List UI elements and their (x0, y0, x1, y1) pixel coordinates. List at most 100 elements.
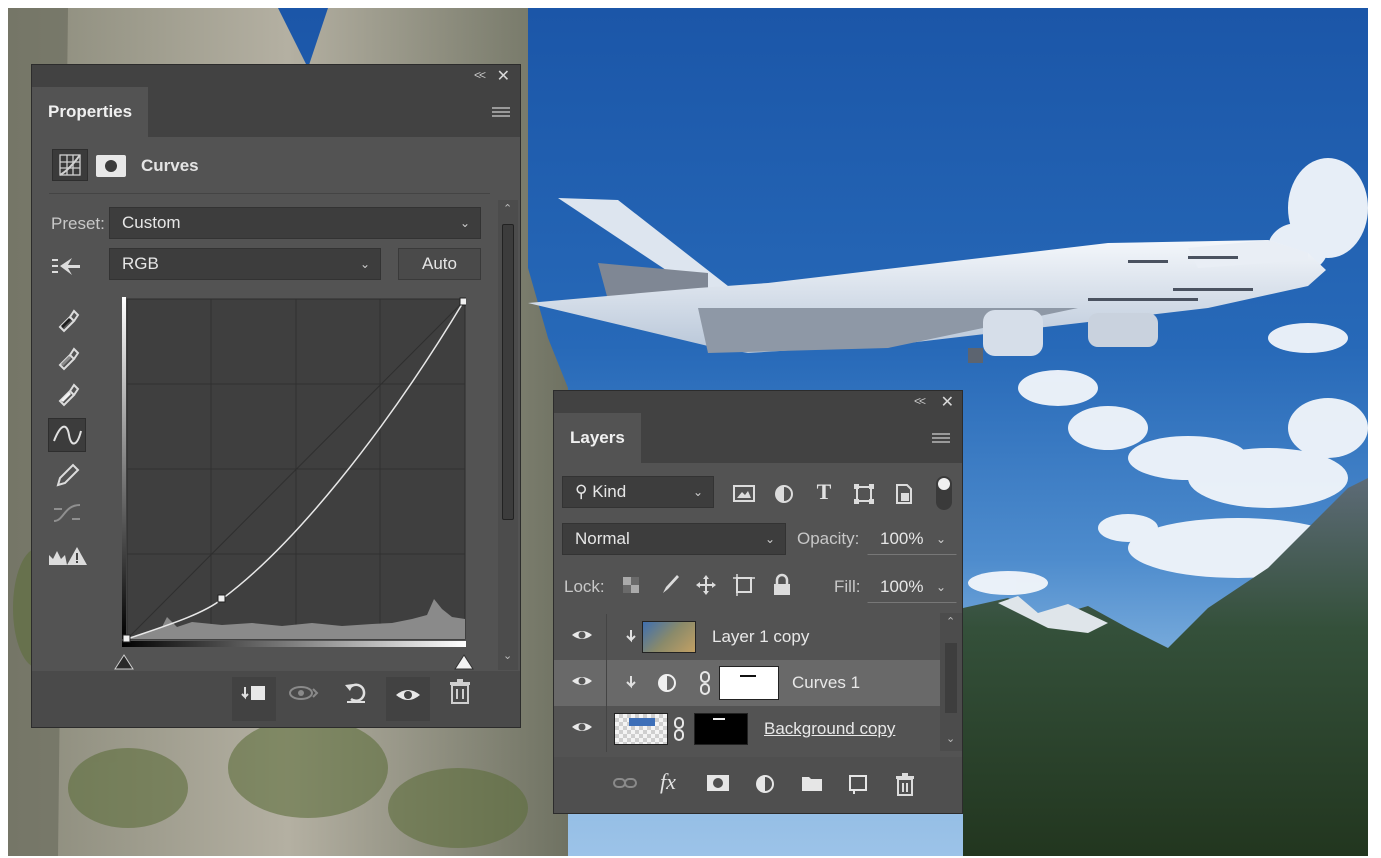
adjustment-layer-icon (656, 672, 678, 699)
visibility-icon[interactable] (570, 672, 594, 695)
mask-icon[interactable] (706, 773, 730, 799)
filter-toggle[interactable] (936, 476, 952, 510)
opacity-value: 100% (880, 529, 924, 548)
lock-all-icon[interactable] (770, 573, 794, 601)
close-icon[interactable]: ✕ (497, 66, 510, 86)
reset-icon[interactable] (334, 677, 378, 721)
layer-mask-thumbnail[interactable] (694, 713, 748, 745)
shape-filter-icon[interactable] (852, 483, 876, 509)
clip-arrow-icon (624, 626, 638, 651)
scrollbar[interactable]: ⌃ ⌄ (498, 200, 518, 670)
chevron-down-icon: ⌄ (935, 532, 946, 546)
lock-label: Lock: (564, 577, 605, 596)
panel-menu-icon[interactable] (932, 433, 950, 445)
scroll-up-icon[interactable]: ⌃ (946, 615, 955, 628)
delete-icon[interactable] (438, 677, 482, 721)
visibility-icon[interactable] (570, 718, 594, 741)
preset-select[interactable]: Custom ⌄ (109, 207, 481, 239)
clip-to-layer-icon[interactable] (232, 677, 276, 721)
panel-header: << ✕ (32, 65, 520, 87)
lock-position-icon[interactable] (694, 573, 718, 601)
curves-graph[interactable] (122, 297, 468, 647)
scrollbar[interactable]: ⌃ ⌄ (940, 613, 962, 751)
scrollbar-thumb[interactable] (945, 643, 957, 713)
scrollbar-thumb[interactable] (502, 224, 514, 520)
layer-thumbnail (642, 621, 696, 653)
pixel-filter-icon[interactable] (732, 483, 756, 507)
lock-pixels-icon[interactable] (658, 573, 682, 599)
adjustment-icon[interactable] (754, 773, 778, 803)
layer-mask-icon[interactable] (96, 155, 126, 177)
panel-header: << ✕ (554, 391, 962, 413)
on-image-adjust-icon[interactable] (50, 253, 84, 283)
scroll-down-icon[interactable]: ⌄ (503, 649, 512, 662)
chevron-down-icon: ⌄ (692, 485, 703, 499)
scroll-down-icon[interactable]: ⌄ (946, 732, 955, 745)
pencil-icon[interactable] (52, 459, 82, 493)
blend-mode-select[interactable]: Normal ⌄ (562, 523, 786, 555)
collapse-icon[interactable]: << (474, 68, 486, 82)
visibility-icon[interactable] (386, 677, 430, 721)
chevron-down-icon: ⌄ (764, 532, 775, 546)
preset-label: Preset: (51, 214, 105, 233)
panel-menu-icon[interactable] (492, 107, 510, 119)
chain-link-icon[interactable] (672, 716, 686, 747)
channel-select[interactable]: RGB ⌄ (109, 248, 381, 280)
sample-shadows-icon[interactable] (52, 303, 82, 337)
view-previous-icon[interactable] (282, 677, 326, 721)
chevron-down-icon: ⌄ (359, 257, 370, 271)
scroll-up-icon[interactable]: ⌃ (503, 202, 512, 215)
layer-mask-thumbnail[interactable] (719, 666, 779, 700)
opacity-label: Opacity: (797, 529, 860, 548)
clipping-warning-icon[interactable] (47, 543, 89, 575)
layers-footer: fx (554, 757, 962, 813)
folder-icon[interactable] (800, 773, 824, 799)
properties-footer (32, 671, 520, 727)
filter-kind-select[interactable]: ⚲ Kind ⌄ (562, 476, 714, 508)
close-icon[interactable]: ✕ (941, 392, 954, 412)
clip-arrow-icon (624, 672, 638, 697)
collapse-icon[interactable]: << (914, 394, 926, 408)
sample-highlights-icon[interactable] (52, 377, 82, 411)
layers-panel: << ✕ Layers ⚲ Kind ⌄ T Normal ⌄ Opacity:… (553, 390, 963, 814)
smart-object-filter-icon[interactable] (892, 483, 916, 509)
search-icon: ⚲ (575, 482, 588, 501)
lock-transparency-icon[interactable] (620, 575, 642, 599)
chain-link-icon[interactable] (698, 670, 712, 701)
layer-row[interactable]: Layer 1 copy (554, 614, 940, 660)
chevron-down-icon: ⌄ (459, 216, 470, 230)
type-filter-icon[interactable]: T (812, 481, 836, 503)
layer-row-selected[interactable]: Curves 1 (554, 660, 940, 706)
layer-name[interactable]: Curves 1 (792, 673, 860, 693)
tab-properties[interactable]: Properties (32, 87, 149, 137)
layer-thumbnail (614, 713, 668, 745)
divider (606, 706, 607, 752)
curve-points-icon[interactable] (48, 418, 86, 452)
layer-name[interactable]: Layer 1 copy (712, 627, 809, 647)
curves-adjustment-icon[interactable] (52, 149, 88, 181)
chevron-down-icon: ⌄ (935, 580, 946, 594)
delete-icon[interactable] (894, 773, 916, 803)
new-layer-icon[interactable] (846, 773, 870, 801)
channel-value: RGB (122, 254, 159, 273)
tab-bar: Properties (32, 87, 520, 137)
layer-row[interactable]: Background copy (554, 706, 940, 752)
sample-gray-icon[interactable] (52, 341, 82, 375)
tab-layers[interactable]: Layers (554, 413, 641, 463)
properties-panel: << ✕ Properties Curves Preset: Custom ⌄ … (31, 64, 521, 728)
layer-name[interactable]: Background copy (764, 719, 895, 739)
lock-artboard-icon[interactable] (732, 573, 756, 601)
filter-value: Kind (592, 482, 627, 501)
divider (606, 660, 607, 706)
opacity-field[interactable]: 100% ⌄ (867, 523, 957, 555)
fill-field[interactable]: 100% ⌄ (867, 571, 957, 603)
adjustment-filter-icon[interactable] (772, 483, 796, 509)
fill-value: 100% (880, 577, 924, 596)
fx-icon[interactable]: fx (660, 769, 676, 795)
visibility-icon[interactable] (570, 626, 594, 649)
divider (606, 614, 607, 660)
preset-value: Custom (122, 213, 181, 232)
smooth-curve-icon[interactable] (50, 499, 84, 531)
auto-button[interactable]: Auto (398, 248, 481, 280)
link-icon[interactable] (612, 773, 638, 799)
